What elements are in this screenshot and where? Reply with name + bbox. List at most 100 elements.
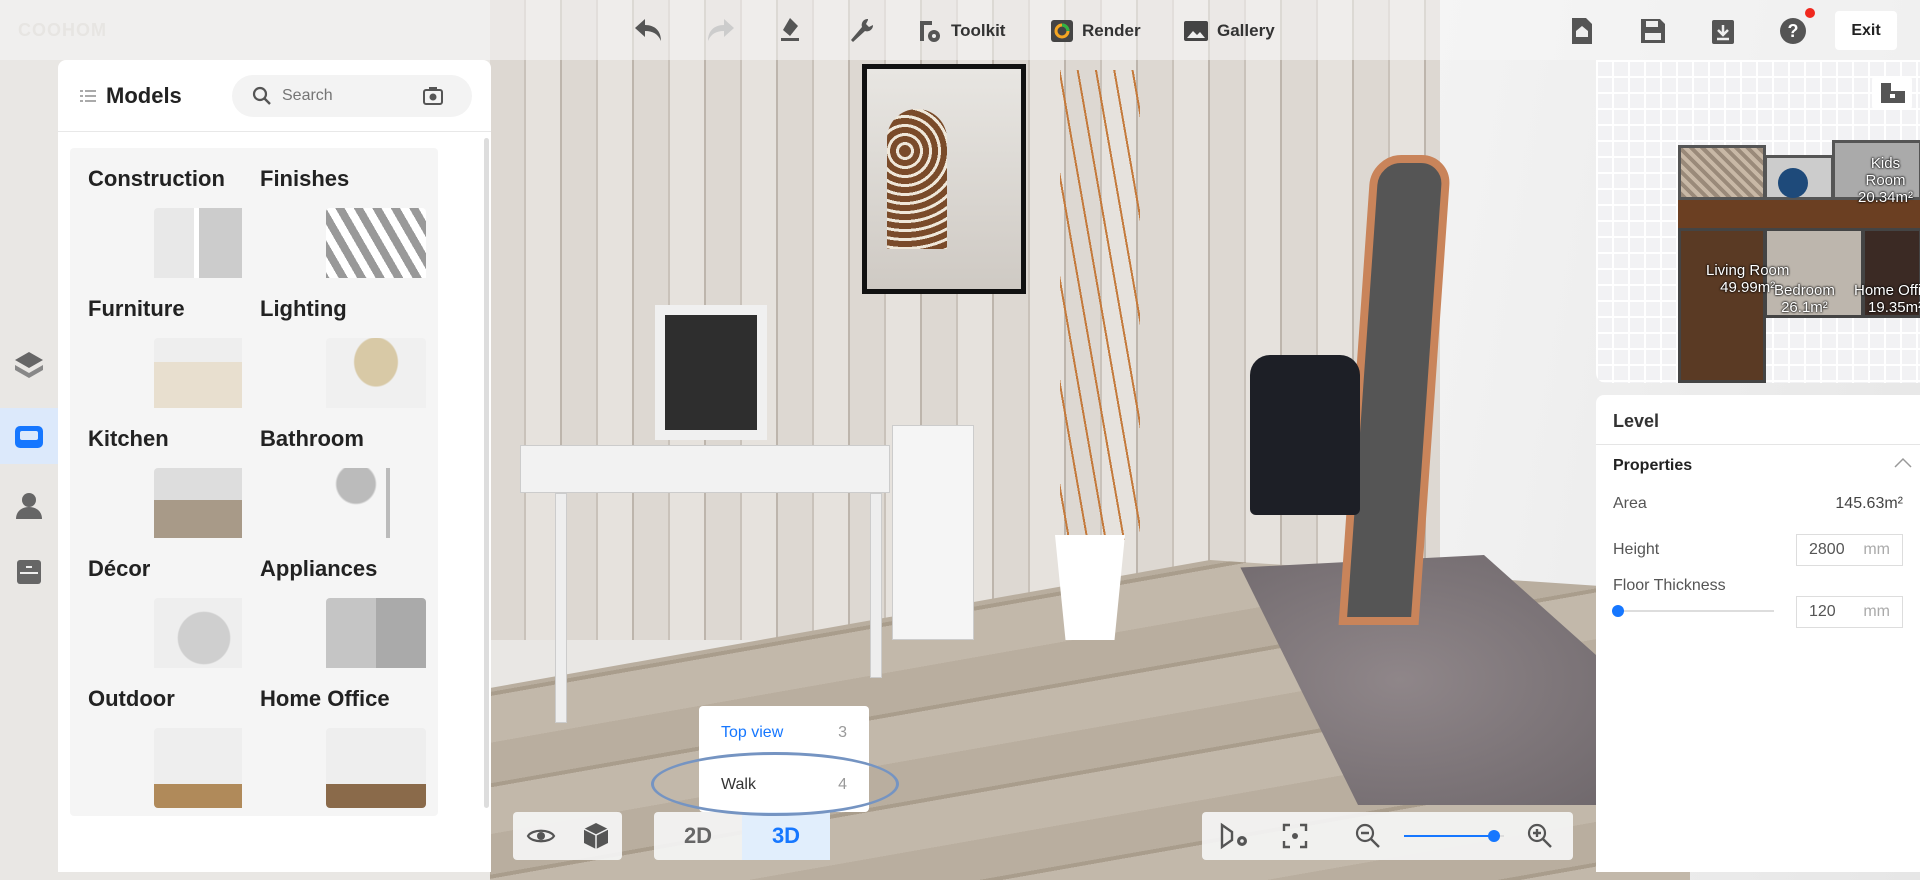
- redo-button[interactable]: [704, 14, 736, 48]
- category-card-lighting[interactable]: Lighting: [242, 278, 438, 426]
- search-input[interactable]: [282, 87, 412, 105]
- rail-my-models[interactable]: [0, 477, 58, 533]
- slider-handle[interactable]: [1612, 605, 1624, 617]
- toolkit-icon: [917, 17, 943, 45]
- level-title: Level: [1596, 395, 1920, 445]
- category-thumbnail: [154, 208, 254, 288]
- category-thumbnail: [326, 728, 426, 808]
- zoom-slider-handle[interactable]: [1488, 830, 1500, 842]
- category-label: Bathroom: [260, 426, 364, 451]
- category-label: Outdoor: [88, 686, 175, 711]
- gallery-icon: [1183, 19, 1209, 43]
- help-button[interactable]: ?: [1779, 14, 1807, 48]
- plant[interactable]: [1060, 70, 1140, 540]
- top-toolbar: Toolkit Render Gallery ? Exit: [0, 0, 1920, 60]
- category-card-kitchen[interactable]: Kitchen: [70, 408, 266, 556]
- zoom-in-icon[interactable]: [1526, 822, 1554, 850]
- camera-controls: [1202, 812, 1573, 860]
- giraffe-poster[interactable]: [862, 64, 1026, 294]
- minimap-toggle-button[interactable]: [1872, 76, 1912, 110]
- category-card-finishes[interactable]: Finishes: [242, 148, 438, 296]
- user-icon: [14, 490, 44, 520]
- room-label: Kids Room 20.34m²: [1857, 155, 1914, 206]
- minimap-room: [1678, 228, 1766, 383]
- eraser-icon: [776, 16, 806, 46]
- highlight-annotation: [651, 752, 899, 816]
- save-button[interactable]: [1640, 14, 1666, 48]
- rail-storage[interactable]: [0, 545, 58, 601]
- view-mode-toggle: 2D 3D: [654, 812, 830, 860]
- height-input[interactable]: 2800 mm: [1796, 534, 1903, 566]
- redo-icon: [704, 17, 736, 45]
- menu-item-top-view[interactable]: Top view 3: [721, 724, 847, 742]
- mode-3d-button[interactable]: 3D: [742, 812, 830, 860]
- toolkit-button[interactable]: Toolkit: [917, 14, 1005, 48]
- category-thumbnail: [326, 468, 426, 548]
- save-icon: [1640, 18, 1666, 44]
- minimap-rug: [1778, 168, 1808, 198]
- plant-pot[interactable]: [1055, 535, 1125, 640]
- category-label: Home Office: [260, 686, 390, 711]
- render-label: Render: [1082, 21, 1141, 40]
- export-button[interactable]: [1711, 14, 1735, 48]
- wrench-icon: [846, 16, 876, 46]
- table-leg: [555, 493, 567, 723]
- undo-button[interactable]: [633, 14, 665, 48]
- category-label: Furniture: [88, 296, 185, 321]
- area-label: Area: [1613, 495, 1647, 512]
- search-icon: [252, 86, 272, 106]
- category-card-furniture[interactable]: Furniture: [70, 278, 266, 426]
- render-button[interactable]: Render: [1050, 14, 1141, 48]
- floor-thickness-input[interactable]: 120 mm: [1796, 596, 1903, 628]
- category-label: Finishes: [260, 166, 350, 191]
- camera-icon[interactable]: [422, 86, 444, 106]
- vanity-mirror[interactable]: [655, 305, 767, 440]
- focus-icon[interactable]: [1282, 823, 1308, 849]
- category-label: Lighting: [260, 296, 347, 321]
- dressing-table[interactable]: [520, 445, 890, 493]
- zoom-slider[interactable]: [1404, 830, 1504, 842]
- category-card-appliances[interactable]: Appliances: [242, 538, 438, 686]
- mode-2d-button[interactable]: 2D: [654, 812, 742, 860]
- models-panel: Models Construction Finishes Furniture Ligh…: [58, 60, 491, 872]
- category-card-construction[interactable]: Construction: [70, 148, 266, 296]
- category-label: Appliances: [260, 556, 378, 581]
- rail-models[interactable]: [0, 408, 58, 464]
- category-thumbnail: [154, 728, 254, 808]
- rail-construction[interactable]: [0, 337, 58, 393]
- exit-button[interactable]: Exit: [1835, 11, 1897, 50]
- zoom-out-icon[interactable]: [1354, 822, 1382, 850]
- floor-thickness-slider[interactable]: [1612, 605, 1774, 617]
- sofa-icon: [13, 422, 45, 450]
- properties-section[interactable]: Properties: [1613, 457, 1692, 475]
- category-card-d-cor[interactable]: Décor: [70, 538, 266, 686]
- search-box[interactable]: [232, 75, 472, 117]
- chevron-up-icon[interactable]: [1894, 457, 1912, 469]
- download-icon: [1711, 17, 1735, 45]
- svg-text:?: ?: [1788, 21, 1799, 41]
- gallery-button[interactable]: Gallery: [1183, 14, 1275, 48]
- floorplan-icon: [1881, 83, 1905, 103]
- height-label: Height: [1613, 541, 1660, 558]
- coat[interactable]: [1250, 355, 1360, 515]
- category-card-home-office[interactable]: Home Office: [242, 668, 438, 816]
- category-label: Construction: [88, 166, 225, 191]
- category-card-outdoor[interactable]: Outdoor: [70, 668, 266, 816]
- category-thumbnail: [326, 208, 426, 288]
- models-header: Models: [58, 60, 491, 132]
- toolkit-label: Toolkit: [951, 21, 1006, 40]
- level-panel: Level Properties Area 145.63m² Height 28…: [1596, 395, 1920, 872]
- eye-icon[interactable]: [526, 825, 556, 847]
- eraser-button[interactable]: [776, 14, 806, 48]
- help-icon: ?: [1779, 17, 1807, 45]
- floor-thickness-label: Floor Thickness: [1613, 577, 1726, 594]
- cube-icon[interactable]: [583, 822, 609, 850]
- minimap[interactable]: Kids Room 20.34m² Living Room 49.99m² Bedr…: [1596, 60, 1920, 383]
- home-file-icon: [1570, 17, 1594, 45]
- air-purifier[interactable]: [892, 425, 974, 640]
- tools-button[interactable]: [846, 14, 876, 48]
- home-file-button[interactable]: [1570, 14, 1594, 48]
- category-card-bathroom[interactable]: Bathroom: [242, 408, 438, 556]
- camera-settings-icon[interactable]: [1220, 822, 1250, 850]
- scrollbar[interactable]: [484, 138, 489, 808]
